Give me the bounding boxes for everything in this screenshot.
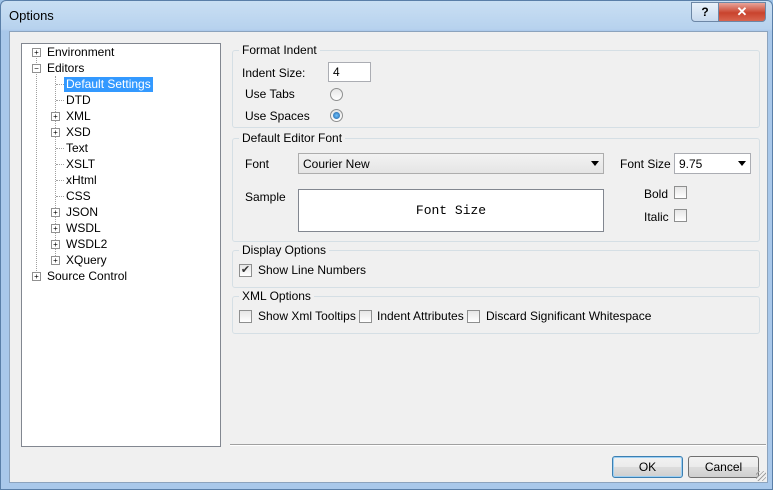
ok-button[interactable]: OK: [612, 456, 683, 478]
font-sample-preview: Font Size: [298, 189, 604, 232]
tree-item-label: XSD: [66, 125, 91, 139]
close-button[interactable]: ✕: [718, 2, 766, 22]
discard-whitespace-checkbox[interactable]: [467, 310, 480, 323]
expand-icon[interactable]: +: [51, 224, 60, 233]
tree-item-label: WSDL: [66, 221, 101, 235]
help-button[interactable]: ?: [691, 2, 719, 22]
chevron-down-icon: [738, 161, 746, 166]
tree-item-text[interactable]: Text: [22, 141, 218, 156]
window-title: Options: [9, 8, 54, 23]
tree-item-json[interactable]: + JSON: [22, 205, 218, 220]
tree-item-wsdl[interactable]: + WSDL: [22, 221, 218, 236]
tree-item-xsd[interactable]: + XSD: [22, 125, 218, 140]
font-size-label: Font Size: [620, 157, 671, 171]
tree-line: [56, 100, 64, 101]
tree-item-xml[interactable]: + XML: [22, 109, 218, 124]
show-line-numbers-checkbox[interactable]: ✔: [239, 264, 252, 277]
tree-item-editors[interactable]: − Editors: [22, 61, 218, 76]
tree-item-default-settings[interactable]: Default Settings: [22, 77, 218, 92]
indent-size-label: Indent Size:: [242, 66, 306, 80]
resize-grip-icon[interactable]: [756, 471, 766, 481]
tree-line: [56, 164, 64, 165]
expand-icon[interactable]: +: [51, 256, 60, 265]
expand-icon[interactable]: +: [51, 128, 60, 137]
tree-item-xhtml[interactable]: xHtml: [22, 173, 218, 188]
tree-line: [56, 196, 64, 197]
discard-whitespace-label: Discard Significant Whitespace: [486, 309, 652, 323]
expand-icon[interactable]: +: [32, 48, 41, 57]
expand-icon[interactable]: +: [32, 272, 41, 281]
options-window: Options ? ✕ + Environment − Editors Defa…: [0, 0, 773, 490]
tree-item-label: JSON: [66, 205, 99, 219]
show-xml-tooltips-label: Show Xml Tooltips: [258, 309, 356, 323]
expand-icon[interactable]: +: [51, 112, 60, 121]
tree-item-xquery[interactable]: + XQuery: [22, 253, 218, 268]
italic-label: Italic: [644, 210, 669, 224]
xml-options-title: XML Options: [239, 289, 314, 303]
use-spaces-label: Use Spaces: [245, 109, 310, 123]
tree-line: [56, 180, 64, 181]
format-indent-group: [232, 50, 760, 128]
expand-icon[interactable]: +: [51, 208, 60, 217]
tree-item-label: WSDL2: [66, 237, 108, 251]
chevron-down-icon: [591, 161, 599, 166]
indent-attributes-checkbox[interactable]: [359, 310, 372, 323]
italic-checkbox[interactable]: [674, 209, 687, 222]
use-tabs-label: Use Tabs: [245, 87, 295, 101]
display-options-title: Display Options: [239, 243, 330, 257]
font-select[interactable]: Courier New: [298, 153, 604, 174]
tree-item-source-control[interactable]: + Source Control: [22, 269, 218, 284]
bold-label: Bold: [644, 187, 669, 201]
use-tabs-radio[interactable]: [330, 88, 343, 101]
tree-item-environment[interactable]: + Environment: [22, 45, 218, 60]
bold-checkbox[interactable]: [674, 186, 687, 199]
dialog-client-area: + Environment − Editors Default Settings…: [9, 31, 768, 483]
tree-item-wsdl2[interactable]: + WSDL2: [22, 237, 218, 252]
tree-item-xslt[interactable]: XSLT: [22, 157, 218, 172]
use-spaces-radio[interactable]: [330, 109, 343, 122]
indent-attributes-label: Indent Attributes: [377, 309, 464, 323]
collapse-icon[interactable]: −: [32, 64, 41, 73]
tree-item-label: DTD: [66, 93, 91, 107]
tree-item-label: XSLT: [66, 157, 96, 171]
tree-item-label: Default Settings: [64, 77, 153, 92]
tree-item-label: Source Control: [47, 269, 128, 283]
show-line-numbers-label: Show Line Numbers: [258, 263, 367, 277]
options-tree[interactable]: + Environment − Editors Default Settings…: [21, 43, 221, 447]
cancel-button[interactable]: Cancel: [688, 456, 759, 478]
tree-item-label: CSS: [66, 189, 91, 203]
tree-item-label: Environment: [47, 45, 115, 59]
sample-label: Sample: [245, 190, 286, 204]
tree-item-label: Text: [66, 141, 89, 155]
button-separator: [230, 444, 766, 446]
font-label: Font: [245, 157, 270, 171]
font-select-value: Courier New: [303, 157, 370, 171]
tree-line: [56, 148, 64, 149]
expand-icon[interactable]: +: [51, 240, 60, 249]
show-xml-tooltips-checkbox[interactable]: [239, 310, 252, 323]
font-size-select[interactable]: 9.75: [674, 153, 751, 174]
editor-font-title: Default Editor Font: [239, 131, 346, 145]
indent-size-input[interactable]: [328, 62, 371, 82]
tree-item-label: XQuery: [66, 253, 107, 267]
font-size-select-value: 9.75: [679, 157, 703, 171]
tree-item-label: XML: [66, 109, 91, 123]
format-indent-title: Format Indent: [239, 43, 320, 57]
tree-item-css[interactable]: CSS: [22, 189, 218, 204]
tree-line: [56, 84, 64, 85]
tree-item-dtd[interactable]: DTD: [22, 93, 218, 108]
tree-item-label: xHtml: [66, 173, 97, 187]
tree-item-label: Editors: [47, 61, 85, 75]
